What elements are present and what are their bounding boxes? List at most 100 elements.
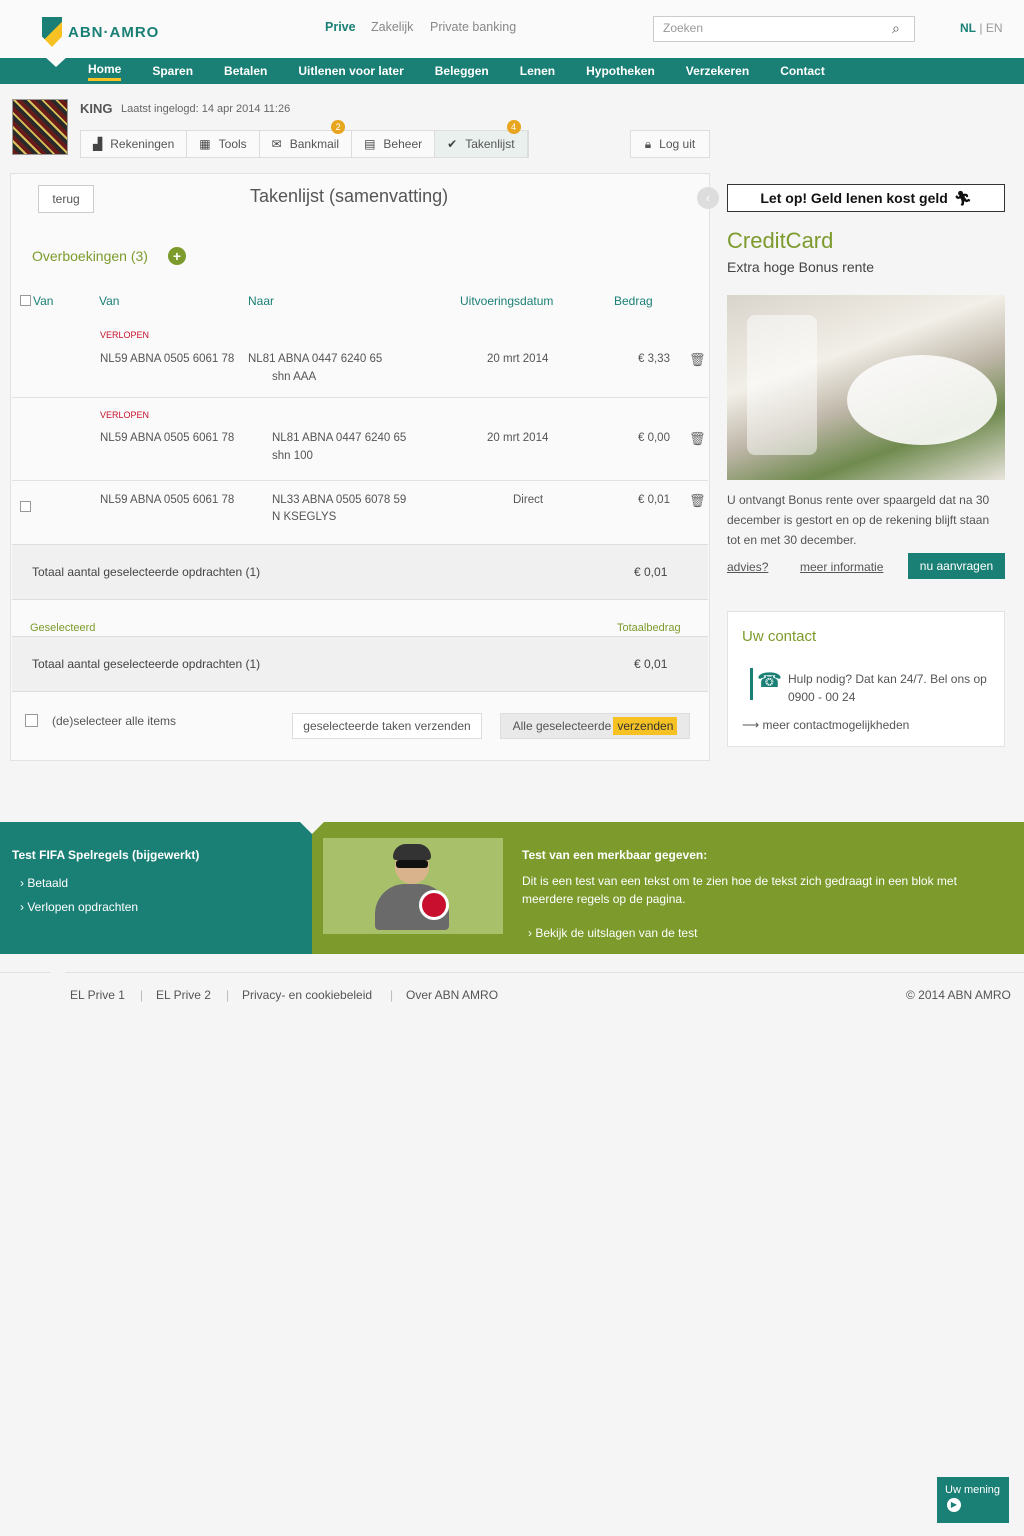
lock-icon: 🔒︎: [644, 136, 652, 151]
search-input[interactable]: Zoeken: [653, 16, 915, 42]
column-van[interactable]: Van: [33, 294, 53, 308]
band-link[interactable]: › Bekijk de uitslagen van de test: [528, 926, 697, 940]
check-icon: ✔: [447, 137, 458, 151]
contact-more-label: meer contactmogelijkheden: [762, 718, 910, 732]
select-all-checkbox[interactable]: [25, 714, 38, 727]
contact-text: Hulp nodig? Dat kan 24/7. Bel ons op 090…: [788, 672, 987, 704]
row-status-badge: VERLOPEN: [100, 410, 150, 420]
column-datum[interactable]: Uitvoeringsdatum: [460, 294, 553, 308]
send-selected-button[interactable]: geselecteerde taken verzenden: [292, 713, 482, 739]
logout-button[interactable]: 🔒︎ Log uit: [630, 130, 710, 158]
creditcard-subtitle: Extra hoge Bonus rente: [727, 259, 875, 275]
column-bedrag[interactable]: Bedrag: [614, 294, 653, 308]
apply-now-button[interactable]: nu aanvragen: [908, 553, 1005, 579]
selected-label: Geselecteerd: [30, 622, 96, 634]
more-info-link[interactable]: meer informatie: [800, 560, 883, 574]
glass-shape: [747, 315, 817, 455]
footer-link[interactable]: EL Prive 2: [156, 988, 211, 1002]
footer-separator: |: [140, 988, 144, 1002]
advice-link[interactable]: advies?: [727, 560, 768, 574]
grid-icon: ▦: [199, 137, 211, 151]
band-link-betaald[interactable]: › Betaald: [20, 876, 68, 890]
footer-pointer: [46, 968, 70, 980]
nav-hypotheken[interactable]: Hypotheken: [586, 64, 655, 78]
total-amount: € 0,01: [634, 565, 668, 579]
row-checkbox[interactable]: [20, 501, 31, 512]
row-to-account: NL33 ABNA 0505 6078 59: [272, 494, 407, 506]
feedback-label: Uw mening: [945, 1484, 1001, 1496]
search-icon[interactable]: ⌕: [892, 20, 908, 36]
row-description: shn 100: [272, 450, 313, 462]
arrow-right-icon: ⟶: [742, 718, 760, 732]
lang-nl[interactable]: NL: [960, 21, 976, 35]
row-divider: [12, 397, 708, 398]
footer-link[interactable]: EL Prive 1: [70, 988, 125, 1002]
column-van-sort[interactable]: Van: [99, 294, 119, 308]
nav-uitlenen[interactable]: Uitlenen voor later: [298, 64, 403, 78]
row-from-account: NL59 ABNA 0505 6061 78: [100, 432, 235, 444]
collapse-icon[interactable]: ‹: [697, 187, 719, 209]
copyright: © 2014 ABN AMRO: [906, 988, 1011, 1002]
last-login: Laatst ingelogd: 14 apr 2014 11:26: [121, 103, 291, 115]
segment-prive[interactable]: Prive: [325, 20, 356, 34]
row-description: shn AAA: [272, 371, 317, 383]
row-from-account: NL59 ABNA 0505 6061 78: [100, 353, 235, 365]
segment-private-banking[interactable]: Private banking: [430, 20, 516, 34]
row-amount: € 0,01: [638, 494, 670, 506]
abn-amro-logo[interactable]: ABN·AMRO: [42, 16, 172, 48]
takenlijst-count-badge: 4: [506, 120, 521, 134]
lang-en[interactable]: EN: [986, 21, 1003, 35]
trash-icon[interactable]: 🗑︎: [689, 431, 706, 447]
tab-bankmail[interactable]: ✉ Bankmail 2: [260, 120, 353, 157]
row-date: 20 mrt 2014: [487, 432, 549, 444]
mail-icon: ✉: [271, 137, 282, 151]
tab-tools[interactable]: ▦ Tools: [187, 131, 260, 157]
person-illustration: [323, 838, 503, 934]
band-link-label: Bekijk de uitslagen van de test: [535, 926, 698, 940]
tab-beheer[interactable]: ▤ Beheer: [352, 131, 436, 157]
language-switch[interactable]: NL | EN: [960, 21, 1002, 35]
column-naar[interactable]: Naar: [248, 294, 274, 308]
trash-icon[interactable]: 🗑︎: [689, 352, 706, 368]
nav-sparen[interactable]: Sparen: [152, 64, 193, 78]
phone-icon: ☎: [750, 668, 782, 700]
running-man-icon: 🏃︎: [953, 189, 972, 206]
feedback-button[interactable]: Uw mening ▶: [937, 1477, 1009, 1523]
nav-contact[interactable]: Contact: [780, 64, 825, 78]
select-all-label[interactable]: (de)selecteer alle items: [52, 714, 176, 728]
nav-verzekeren[interactable]: Verzekeren: [686, 64, 749, 78]
footer-link[interactable]: Privacy- en cookiebeleid: [242, 988, 372, 1002]
tab-takenlijst[interactable]: ✔ Takenlijst 4: [435, 120, 528, 157]
total-amount-label: Totaalbedrag: [617, 622, 681, 634]
manage-icon: ▤: [364, 137, 376, 151]
footer-link[interactable]: Over ABN AMRO: [406, 988, 498, 1002]
nav-lenen[interactable]: Lenen: [520, 64, 555, 78]
band-link-verlopen[interactable]: › Verlopen opdrachten: [20, 900, 138, 914]
tab-label: Tools: [218, 137, 247, 151]
contact-more-link[interactable]: ⟶ meer contactmogelijkheden: [742, 718, 909, 732]
avatar[interactable]: [12, 99, 68, 155]
nav-betalen[interactable]: Betalen: [224, 64, 267, 78]
plate-shape: [847, 355, 997, 445]
row-to-account: NL81 ABNA 0447 6240 65: [248, 353, 383, 365]
user-name: KING: [80, 101, 113, 116]
header-checkbox[interactable]: [20, 295, 31, 306]
back-button[interactable]: terug: [38, 185, 94, 213]
play-icon: ▶: [947, 1498, 961, 1512]
trash-icon[interactable]: 🗑︎: [689, 493, 706, 509]
row-date: 20 mrt 2014: [487, 353, 549, 365]
loan-warning-banner[interactable]: Let op! Geld lenen kost geld 🏃︎: [727, 184, 1005, 212]
sunglasses-icon: [396, 860, 428, 868]
row-divider: [12, 480, 708, 481]
row-description: N KSEGLYS: [272, 511, 337, 523]
tab-rekeningen[interactable]: ▟ Rekeningen: [81, 131, 188, 157]
nav-home[interactable]: Home: [88, 62, 122, 81]
nav-beleggen[interactable]: Beleggen: [435, 64, 489, 78]
add-icon[interactable]: +: [168, 247, 186, 265]
footer-separator: |: [390, 988, 394, 1002]
segment-zakelijk[interactable]: Zakelijk: [371, 20, 413, 34]
band-left-title: Test FIFA Spelregels (bijgewerkt): [12, 848, 200, 862]
main-nav: Home Sparen Betalen Uitlenen voor later …: [0, 58, 1024, 84]
logo-text: ABN·AMRO: [68, 23, 160, 41]
send-all-button[interactable]: Alle geselecteerde verzenden: [500, 713, 690, 739]
